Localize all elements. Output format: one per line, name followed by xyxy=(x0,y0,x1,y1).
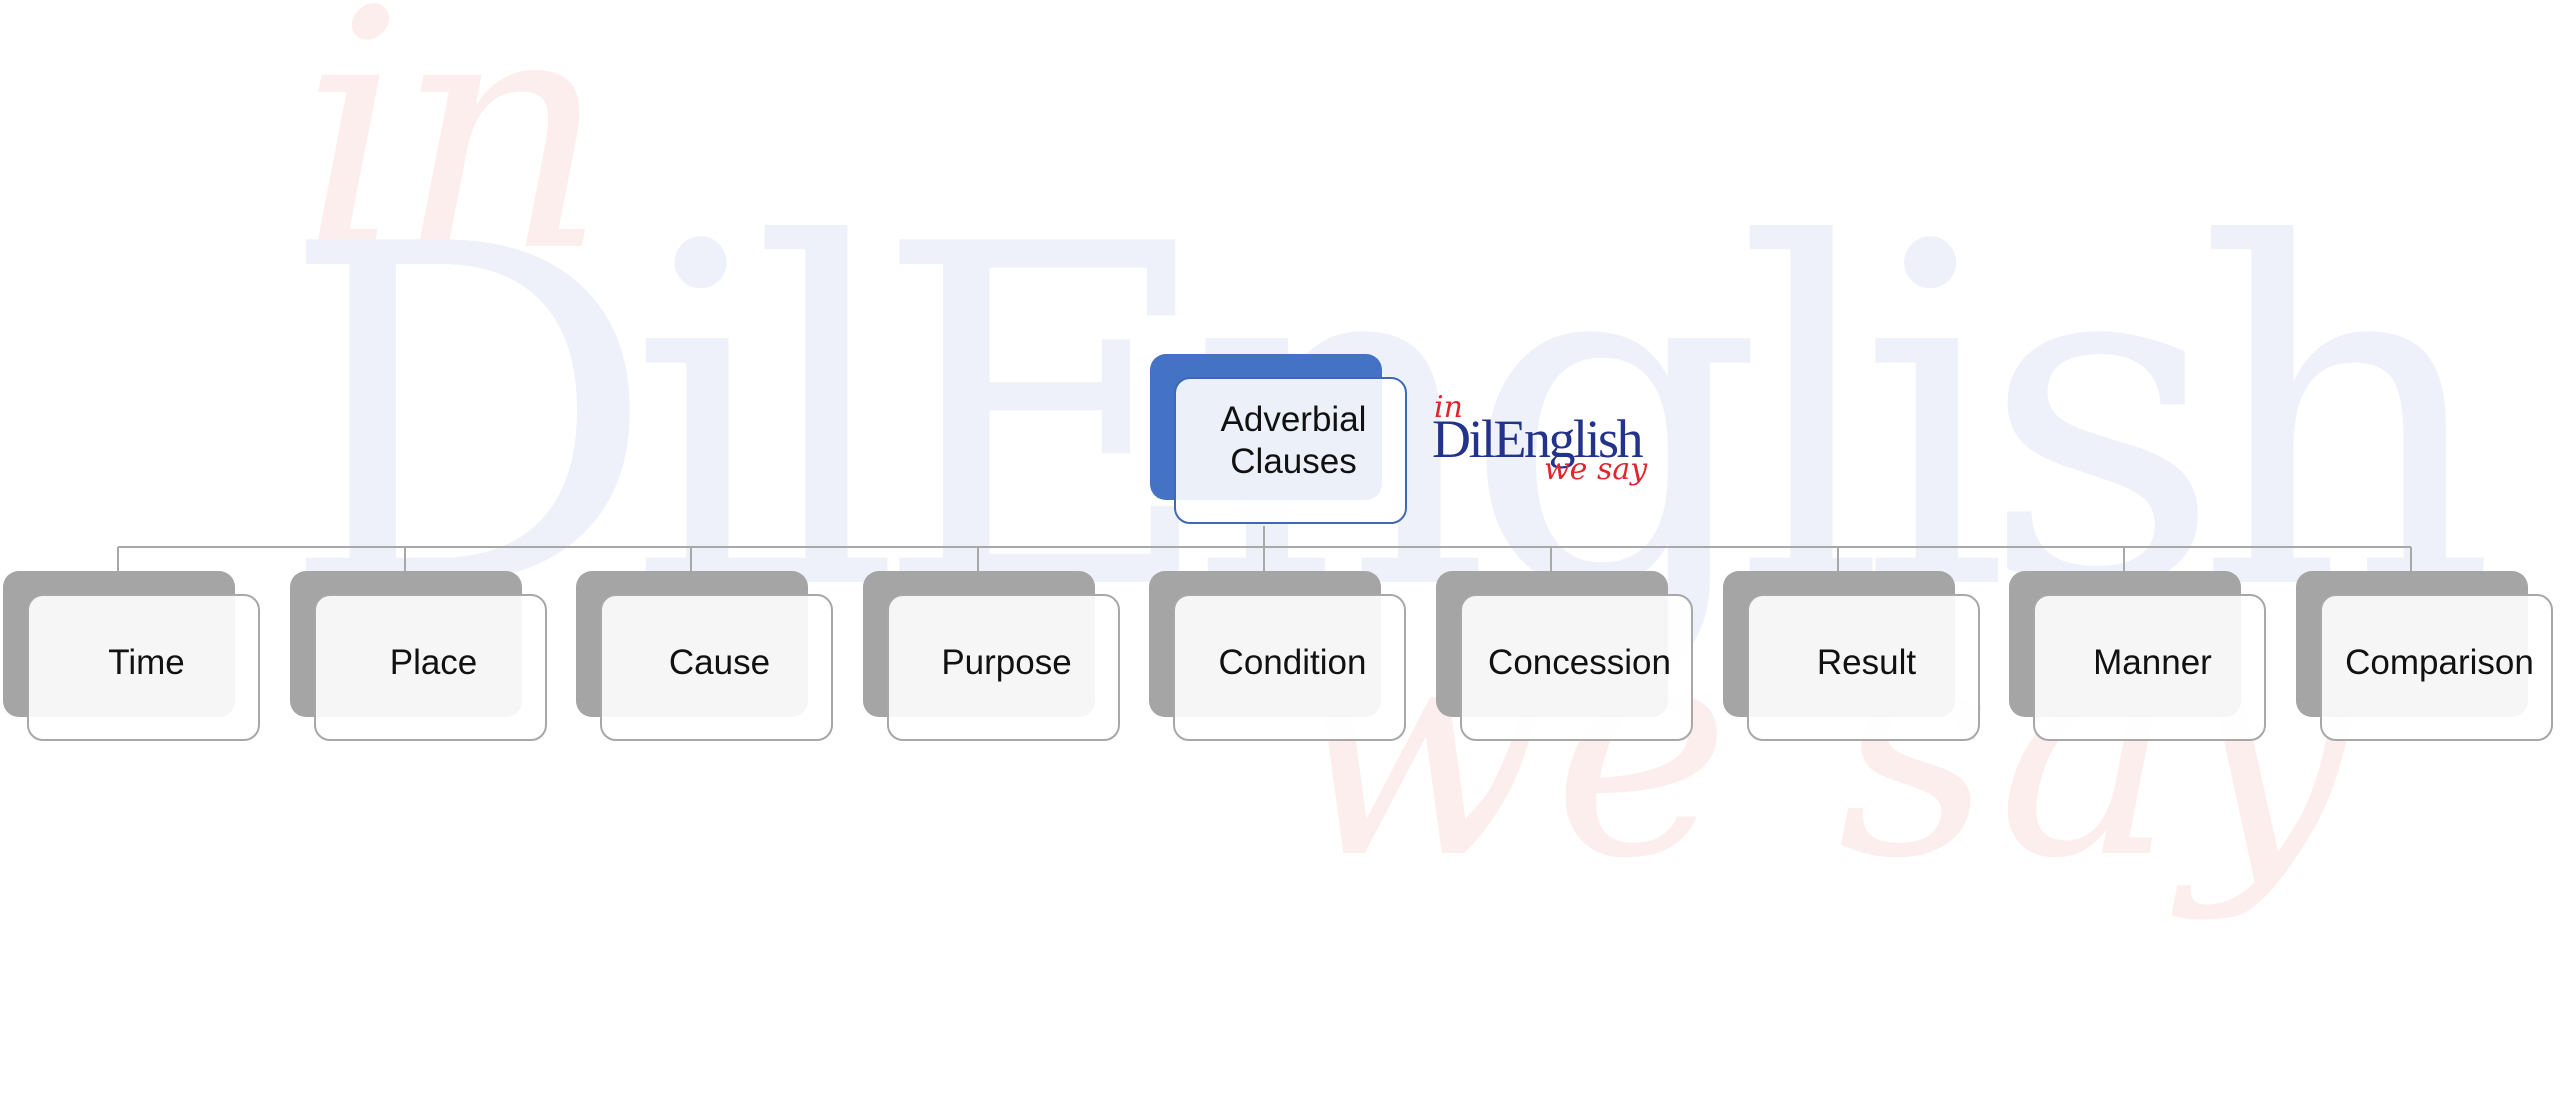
child-node-label: Condition xyxy=(1218,642,1367,682)
child-node-label: Place xyxy=(389,642,478,682)
root-node-front: Adverbial Clauses xyxy=(1174,377,1407,524)
root-label-line2: Clauses xyxy=(1230,441,1357,481)
child-node-front: Place xyxy=(314,594,547,741)
child-node-label: Manner xyxy=(2093,642,2212,682)
dilenglish-logo: in DilEnglish we say xyxy=(1432,390,1672,517)
child-node-label: Time xyxy=(108,642,185,682)
child-node-label: Concession xyxy=(1488,642,1671,682)
child-node-front: Concession xyxy=(1460,594,1693,741)
child-node-front: Manner xyxy=(2033,594,2266,741)
child-node-front: Comparison xyxy=(2320,594,2553,741)
child-node-front: Cause xyxy=(600,594,833,741)
child-node-front: Condition xyxy=(1173,594,1406,741)
child-node-label: Comparison xyxy=(2345,642,2534,682)
root-label-line1: Adverbial xyxy=(1220,399,1367,439)
logo-we-say: we say xyxy=(1544,452,1648,487)
child-node-label: Result xyxy=(1816,642,1917,682)
child-node-front: Result xyxy=(1747,594,1980,741)
connector-lines xyxy=(117,526,2412,571)
child-node-label: Purpose xyxy=(941,642,1072,682)
root-node-label: Adverbial Clauses xyxy=(1215,399,1367,483)
child-node-front: Time xyxy=(27,594,260,741)
child-node-front: Purpose xyxy=(887,594,1120,741)
child-node-label: Cause xyxy=(668,642,771,682)
